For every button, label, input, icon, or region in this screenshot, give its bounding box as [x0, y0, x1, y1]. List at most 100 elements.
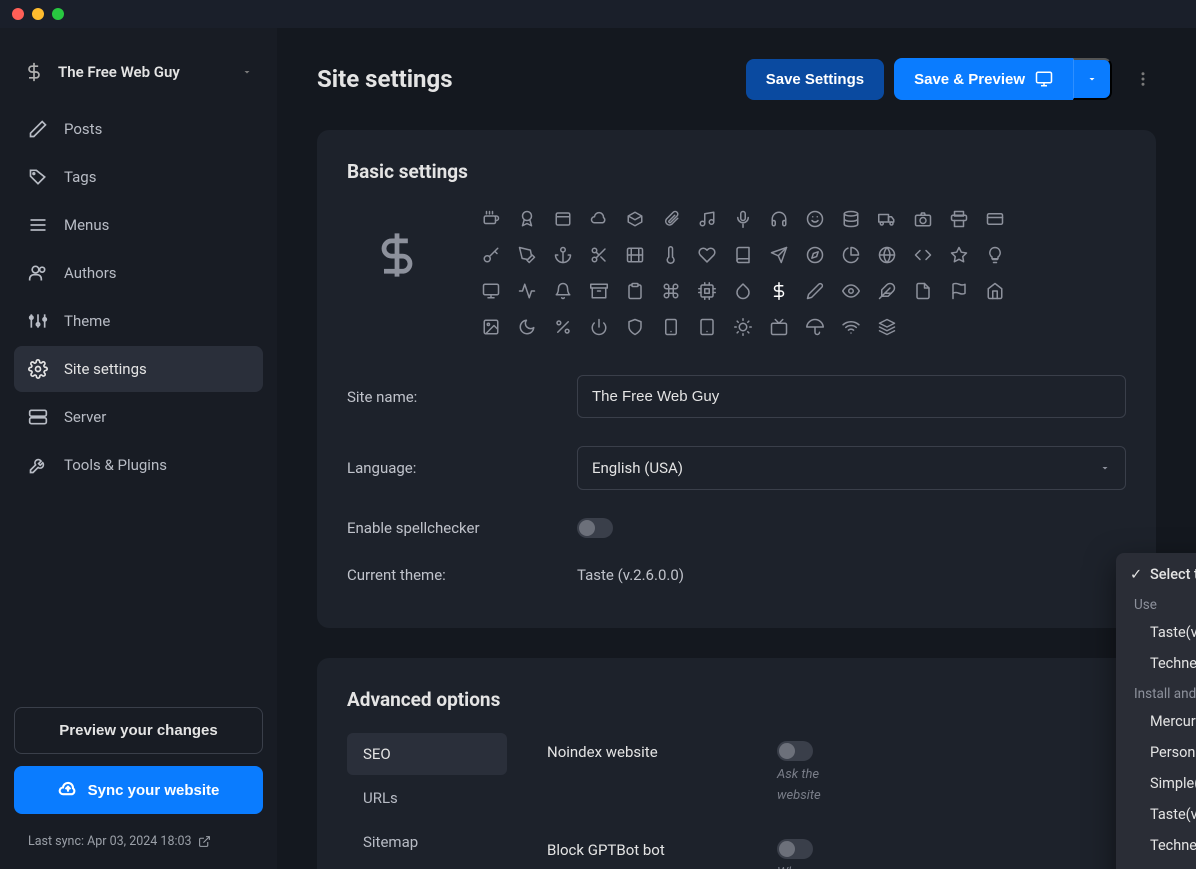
camera-icon[interactable]: [909, 205, 937, 233]
tab-sitemap[interactable]: Sitemap: [347, 821, 507, 863]
site-name-input[interactable]: [577, 375, 1126, 418]
save-preview-dropdown-trigger[interactable]: [1073, 58, 1112, 100]
nav-posts[interactable]: Posts: [14, 106, 263, 152]
theme-select-dropdown: Select theme Use Taste(v.2.6.0.0) Techne…: [1116, 553, 1196, 869]
flag-icon[interactable]: [945, 277, 973, 305]
more-options-button[interactable]: [1130, 66, 1156, 92]
sync-website-button[interactable]: Sync your website: [14, 766, 263, 814]
cloud-icon[interactable]: [585, 205, 613, 233]
drop-icon[interactable]: [729, 277, 757, 305]
edit-icon[interactable]: [801, 277, 829, 305]
noindex-toggle[interactable]: [777, 741, 813, 761]
theme-option-install-persona[interactable]: Persona_Free(v.1.1.0.0): [1116, 737, 1196, 768]
bell-icon[interactable]: [549, 277, 577, 305]
tab-opengraph[interactable]: Open Graph: [347, 865, 507, 869]
bulb-icon[interactable]: [981, 241, 1009, 269]
heart-icon[interactable]: [693, 241, 721, 269]
code-icon[interactable]: [909, 241, 937, 269]
preview-changes-button[interactable]: Preview your changes: [14, 707, 263, 754]
button-label: Preview your changes: [59, 722, 217, 739]
image-icon[interactable]: [477, 313, 505, 341]
umbrella-icon[interactable]: [801, 313, 829, 341]
minimize-window-button[interactable]: [32, 8, 44, 20]
percent-icon[interactable]: [549, 313, 577, 341]
feather-icon[interactable]: [873, 277, 901, 305]
language-select[interactable]: English (USA): [577, 446, 1126, 490]
compass-icon[interactable]: [801, 241, 829, 269]
nav-site-settings[interactable]: Site settings: [14, 346, 263, 392]
nav-server[interactable]: Server: [14, 394, 263, 440]
theme-option-use-taste[interactable]: Taste(v.2.6.0.0): [1116, 617, 1196, 648]
button-label: Save Settings: [766, 71, 864, 88]
chip-icon[interactable]: [693, 277, 721, 305]
nav-menus[interactable]: Menus: [14, 202, 263, 248]
save-preview-button[interactable]: Save & Preview: [894, 58, 1073, 100]
phone-icon[interactable]: [657, 313, 685, 341]
anchor-icon[interactable]: [549, 241, 577, 269]
theme-option-install-taste[interactable]: Taste(v.2.6.0.0): [1116, 799, 1196, 830]
send-icon[interactable]: [765, 241, 793, 269]
clipboard-icon[interactable]: [621, 277, 649, 305]
card-icon[interactable]: [981, 205, 1009, 233]
dollar-icon[interactable]: [765, 277, 793, 305]
paperclip-icon[interactable]: [657, 205, 685, 233]
badge-icon[interactable]: [513, 205, 541, 233]
database-icon[interactable]: [837, 205, 865, 233]
advanced-tabs: SEO URLs Sitemap Open Graph: [347, 733, 507, 869]
tv-icon[interactable]: [765, 313, 793, 341]
button-label: Save & Preview: [914, 71, 1025, 88]
theme-option-use-technews[interactable]: Technews(v.2.5.2.0): [1116, 648, 1196, 679]
external-link-icon[interactable]: [198, 835, 211, 848]
layers-icon[interactable]: [873, 313, 901, 341]
box-icon[interactable]: [621, 205, 649, 233]
gptbot-hint: When e: [777, 865, 819, 869]
moon-icon[interactable]: [513, 313, 541, 341]
scissors-icon[interactable]: [585, 241, 613, 269]
close-window-button[interactable]: [12, 8, 24, 20]
shield-icon[interactable]: [621, 313, 649, 341]
theme-option-install-mercury[interactable]: Mercury(v.2.6.0.0): [1116, 706, 1196, 737]
save-settings-button[interactable]: Save Settings: [746, 59, 884, 100]
archive-icon[interactable]: [585, 277, 613, 305]
pie-icon[interactable]: [837, 241, 865, 269]
eye-icon[interactable]: [837, 277, 865, 305]
headphones-icon[interactable]: [765, 205, 793, 233]
book-icon[interactable]: [729, 241, 757, 269]
gptbot-toggle[interactable]: [777, 839, 813, 859]
printer-icon[interactable]: [945, 205, 973, 233]
wifi-icon[interactable]: [837, 313, 865, 341]
monitor-icon[interactable]: [477, 277, 505, 305]
site-selector[interactable]: The Free Web Guy: [0, 48, 277, 106]
page-title: Site settings: [317, 65, 453, 93]
tablet-icon[interactable]: [693, 313, 721, 341]
smile-icon[interactable]: [801, 205, 829, 233]
maximize-window-button[interactable]: [52, 8, 64, 20]
nav-tags[interactable]: Tags: [14, 154, 263, 200]
theme-option-install-technews[interactable]: Technews(v.2.5.2.0): [1116, 830, 1196, 861]
window-icon[interactable]: [549, 205, 577, 233]
file-icon[interactable]: [909, 277, 937, 305]
film-icon[interactable]: [621, 241, 649, 269]
power-icon[interactable]: [585, 313, 613, 341]
coffee-icon[interactable]: [477, 205, 505, 233]
music-icon[interactable]: [693, 205, 721, 233]
activity-icon[interactable]: [513, 277, 541, 305]
spellcheck-toggle[interactable]: [577, 518, 613, 538]
dropdown-header[interactable]: Select theme: [1116, 559, 1196, 590]
nav-theme[interactable]: Theme: [14, 298, 263, 344]
tab-seo[interactable]: SEO: [347, 733, 507, 775]
mic-icon[interactable]: [729, 205, 757, 233]
star-icon[interactable]: [945, 241, 973, 269]
home-icon[interactable]: [981, 277, 1009, 305]
tab-urls[interactable]: URLs: [347, 777, 507, 819]
nav-tools[interactable]: Tools & Plugins: [14, 442, 263, 488]
cmd-icon[interactable]: [657, 277, 685, 305]
key-icon[interactable]: [477, 241, 505, 269]
thermo-icon[interactable]: [657, 241, 685, 269]
nav-authors[interactable]: Authors: [14, 250, 263, 296]
sun-icon[interactable]: [729, 313, 757, 341]
truck-icon[interactable]: [873, 205, 901, 233]
theme-option-install-simple[interactable]: Simple(v.2.8.3.0): [1116, 768, 1196, 799]
globe-icon[interactable]: [873, 241, 901, 269]
pen-icon[interactable]: [513, 241, 541, 269]
